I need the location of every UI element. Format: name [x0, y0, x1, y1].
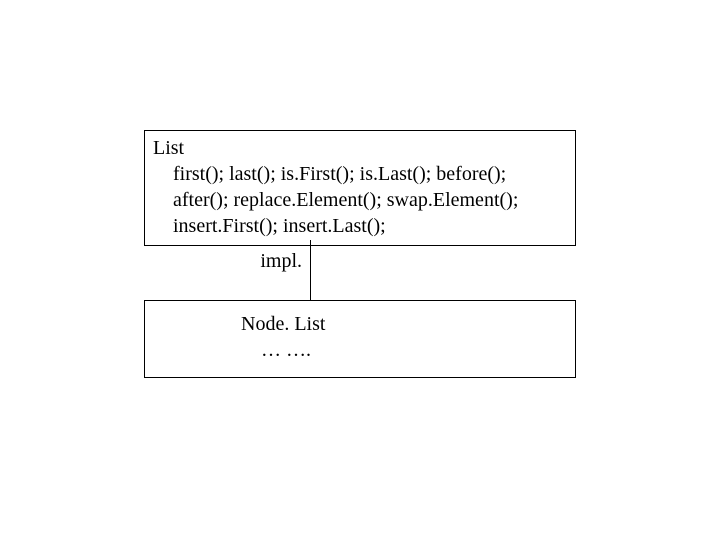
method-line-2: after(); replace.Element(); swap.Element…: [173, 187, 567, 213]
list-title: List: [153, 135, 567, 161]
implements-connector: [310, 240, 311, 300]
list-methods: first(); last(); is.First(); is.Last(); …: [153, 161, 567, 239]
nodelist-class-box: Node. List … ….: [144, 300, 576, 378]
nodelist-title: Node. List: [241, 311, 575, 337]
method-line-1: first(); last(); is.First(); is.Last(); …: [173, 161, 567, 187]
method-line-3: insert.First(); insert.Last();: [173, 213, 567, 239]
implements-label: impl.: [252, 250, 302, 273]
list-interface-box: List first(); last(); is.First(); is.Las…: [144, 130, 576, 246]
nodelist-body: … ….: [241, 337, 575, 363]
